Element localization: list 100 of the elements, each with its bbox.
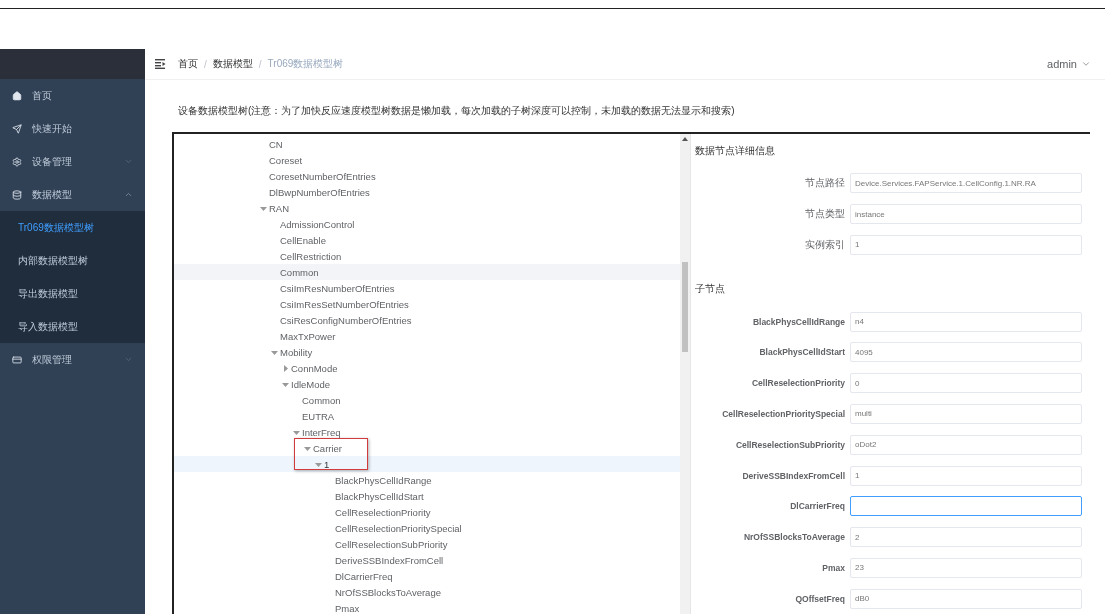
sidebar-item[interactable]: 首页	[0, 79, 145, 112]
tree-row[interactable]: Mobility	[174, 344, 680, 360]
tree-row[interactable]: CellEnable	[174, 232, 680, 248]
tree-node-label: CsiImResSetNumberOfEntries	[280, 298, 409, 310]
tree-node-label: Carrier	[313, 442, 343, 454]
field-label: DeriveSSBIndexFromCell	[741, 470, 845, 481]
menu-icon[interactable]	[155, 59, 166, 69]
tree-row[interactable]: Common	[174, 392, 680, 408]
input-field[interactable]: 1	[850, 234, 1082, 255]
sidebar-subitem[interactable]: 内部数据模型树	[0, 244, 145, 277]
field-label: CellReselectionPrioritySpecial	[721, 408, 845, 419]
input-field[interactable]: 23	[850, 557, 1082, 578]
sidebar-item[interactable]: 数据模型	[0, 178, 145, 211]
tree-row[interactable]: CsiResConfigNumberOfEntries	[174, 312, 680, 328]
tree-row[interactable]: DlBwpNumberOfEntries	[174, 184, 680, 200]
field-label: CellReselectionSubPriority	[734, 439, 845, 450]
input-field[interactable]: 0	[850, 373, 1082, 394]
input-field[interactable]: Device.Services.FAPService.1.CellConfig.1.NR.RA	[850, 173, 1082, 194]
tree-row[interactable]: CsiImResNumberOfEntries	[174, 280, 680, 296]
input-field[interactable]: n4	[850, 311, 1082, 332]
field-label: 实例索引	[804, 237, 845, 252]
input-field[interactable]: multi	[850, 403, 1082, 424]
card-icon	[12, 354, 22, 365]
tree-row[interactable]: BlackPhysCellIdStart	[174, 488, 680, 504]
sidebar-item[interactable]: 权限管理	[0, 343, 145, 376]
tree-node-label: Mobility	[280, 346, 313, 358]
input-field[interactable]: oDot2	[850, 434, 1082, 455]
input-field[interactable]: 4095	[850, 342, 1082, 363]
field-label: CellReselectionPriority	[750, 378, 845, 389]
tree-row[interactable]: InterFreq	[174, 424, 680, 440]
input-field[interactable]: 1	[850, 465, 1082, 486]
caret-icon[interactable]	[315, 460, 322, 468]
tree-node-label: CellEnable	[280, 234, 326, 246]
tree-node-label: DeriveSSBIndexFromCell	[335, 554, 444, 566]
tree-node-label: Coreset	[269, 154, 303, 166]
input-field[interactable]: 2	[850, 527, 1082, 548]
input-field[interactable]: instance	[850, 204, 1082, 225]
user-menu[interactable]: admin	[1047, 58, 1091, 70]
tree-node-label: BlackPhysCellIdStart	[335, 490, 424, 502]
scrollbar[interactable]	[680, 134, 690, 614]
tree-node-label: CsiResConfigNumberOfEntries	[280, 314, 412, 326]
sidebar-item[interactable]: 设备管理	[0, 145, 145, 178]
breadcrumb-link[interactable]: 首页	[178, 57, 198, 71]
field-label: BlackPhysCellIdRange	[751, 316, 845, 327]
tree-row[interactable]: CellRestriction	[174, 248, 680, 264]
input-field[interactable]	[850, 496, 1082, 517]
tree-row[interactable]: CellReselectionPriority	[174, 504, 680, 520]
caret-icon[interactable]	[282, 364, 289, 372]
tree-row[interactable]: ConnMode	[174, 360, 680, 376]
tree-row[interactable]: Coreset	[174, 152, 680, 168]
tree-row[interactable]: MaxTxPower	[174, 328, 680, 344]
tree-row[interactable]: Carrier	[174, 440, 680, 456]
tree-node-label: DlBwpNumberOfEntries	[269, 186, 370, 198]
tree-row[interactable]: DeriveSSBIndexFromCell	[174, 552, 680, 568]
tree-row[interactable]: BlackPhysCellIdRange	[174, 472, 680, 488]
sidebar-subitem[interactable]: Tr069数据模型树	[0, 211, 145, 244]
tree-row[interactable]: CN	[174, 136, 680, 152]
tree-row[interactable]: Common	[174, 264, 680, 280]
input-field[interactable]: dB0	[850, 588, 1082, 609]
tree-row[interactable]: EUTRA	[174, 408, 680, 424]
notice-text: 设备数据模型树(注意：为了加快反应速度模型树数据是懒加载，每次加载的子树深度可以控制，未加载的数据无法显示和搜索)	[177, 104, 736, 118]
tree-node-label: NrOfSSBlocksToAverage	[335, 586, 441, 598]
tree-row[interactable]: NrOfSSBlocksToAverage	[174, 584, 680, 600]
section-title: 子节点	[695, 282, 726, 297]
tree-node-label: ConnMode	[291, 362, 338, 374]
tree-row[interactable]: RAN	[174, 200, 680, 216]
tree-row[interactable]: CellReselectionSubPriority	[174, 536, 680, 552]
tree-row[interactable]: IdleMode	[174, 376, 680, 392]
tree-node-label: CellRestriction	[280, 250, 342, 262]
tree-row[interactable]: CsiImResSetNumberOfEntries	[174, 296, 680, 312]
caret-icon[interactable]	[293, 428, 300, 436]
chevron-down-icon	[1081, 59, 1091, 69]
tree-node-label: CN	[269, 138, 283, 150]
tree-row[interactable]: CoresetNumberOfEntries	[174, 168, 680, 184]
tree-row[interactable]: CellReselectionPrioritySpecial	[174, 520, 680, 536]
tree-row[interactable]: AdmissionControl	[174, 216, 680, 232]
field-label: 节点路径	[804, 176, 845, 191]
tree-row[interactable]: 1	[174, 456, 680, 472]
caret-icon[interactable]	[282, 380, 289, 388]
tree-row[interactable]: Pmax	[174, 600, 680, 614]
tree-node-label: InterFreq	[302, 426, 341, 438]
caret-icon[interactable]	[304, 444, 311, 452]
tree-node-label: 1	[324, 458, 330, 470]
database-icon	[12, 189, 22, 200]
tree-node-label: EUTRA	[302, 410, 335, 422]
field-label: BlackPhysCellIdStart	[758, 347, 845, 358]
tree-node-label: DlCarrierFreq	[335, 570, 393, 582]
sidebar-item[interactable]: 快速开始	[0, 112, 145, 145]
tree-node-label: MaxTxPower	[280, 330, 336, 342]
sidebar-subitem[interactable]: 导入数据模型	[0, 310, 145, 343]
section-title: 数据节点详细信息	[695, 144, 776, 158]
caret-icon[interactable]	[260, 204, 267, 212]
tree-node-label: CsiImResNumberOfEntries	[280, 282, 395, 294]
tree-row[interactable]: DlCarrierFreq	[174, 568, 680, 584]
caret-icon[interactable]	[271, 348, 278, 356]
breadcrumb-separator: /	[258, 58, 262, 70]
tree-node-label: IdleMode	[291, 378, 331, 390]
breadcrumb-link[interactable]: 数据模型	[212, 57, 253, 71]
tree-node-label: CellReselectionPrioritySpecial	[335, 522, 462, 534]
sidebar-subitem[interactable]: 导出数据模型	[0, 277, 145, 310]
